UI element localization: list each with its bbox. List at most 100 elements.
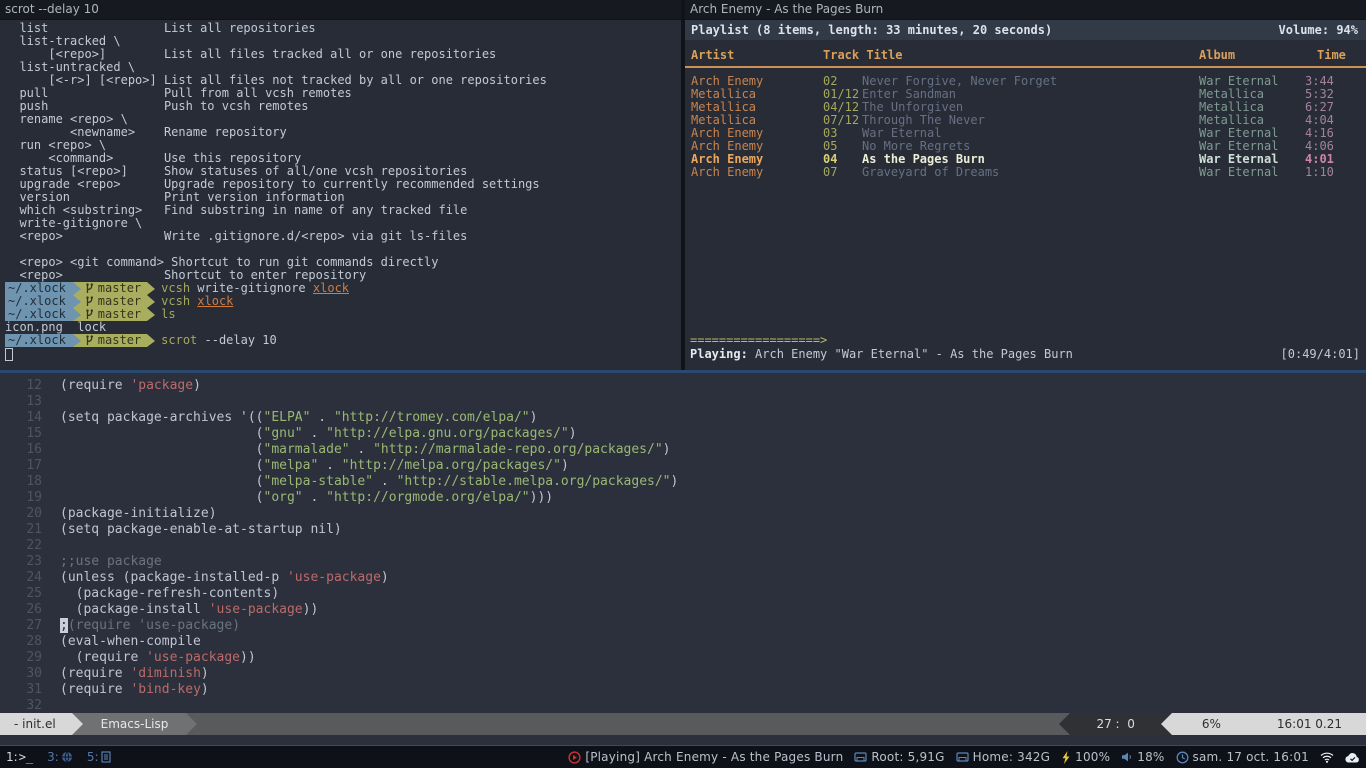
playback-time: [0:49/4:01] (1281, 348, 1360, 361)
modeline-clock: 16:01 0.21 (1277, 713, 1342, 735)
line-number: 22 (0, 538, 42, 554)
code-text: ;(require 'use-package) (60, 618, 240, 633)
battery-icon (1061, 751, 1071, 764)
playlist-summary: Playlist (8 items, length: 33 minutes, 2… (691, 24, 1052, 37)
workspace-button-1[interactable]: 1:>_ (6, 750, 33, 764)
line-number: 27 (0, 618, 42, 634)
modeline-separator (186, 713, 197, 735)
code-text: (package-install 'use-package)) (60, 602, 318, 617)
code-text: (unless (package-installed-p 'use-packag… (60, 570, 389, 585)
git-branch-icon (85, 283, 94, 294)
track-artist: Arch Enemy (691, 166, 763, 179)
line-number: 12 (0, 378, 42, 394)
line-number: 14 (0, 410, 42, 426)
terminal-prompt-line: ~/.xlockmasterls (5, 308, 681, 321)
terminal-command-text: ls (161, 308, 175, 321)
header-underline (685, 66, 1366, 68)
line-number: 19 (0, 490, 42, 506)
modeline-filename: - init.el (0, 713, 72, 735)
terminal-window-titlebar[interactable]: scrot --delay 10 (0, 0, 681, 19)
volume-indicator: Volume: 94% (1279, 24, 1358, 37)
statusbar-item (1345, 752, 1360, 763)
line-number: 20 (0, 506, 42, 522)
statusbar-item: [Playing] Arch Enemy - As the Pages Burn (568, 750, 843, 764)
clock-icon (1176, 751, 1189, 764)
line-number: 30 (0, 666, 42, 682)
modeline-buffer-percent: 6% (1202, 713, 1221, 735)
code-text: (setq package-archives '(("ELPA" . "http… (60, 410, 537, 425)
terminal-help-output: list List all repositories list-tracked … (5, 22, 681, 282)
code-text: (eval-when-compile (60, 634, 201, 649)
terminal-cursor-block (5, 348, 13, 361)
emacs-buffer-line: 18 ("melpa-stable" . "http://stable.melp… (0, 474, 1366, 490)
emacs-window[interactable]: 12(require 'package)1314(setq package-ar… (0, 373, 1366, 713)
playlist-column-header-time: Time (1317, 49, 1346, 62)
powerline-arrow-icon (73, 295, 81, 308)
disk-icon (956, 751, 969, 763)
player-window-title: Arch Enemy - As the Pages Burn (690, 2, 883, 16)
now-playing-status: Playing: Arch Enemy "War Eternal" - As t… (690, 348, 1360, 361)
line-number: 15 (0, 426, 42, 442)
powerline-arrow-icon (147, 308, 155, 321)
emacs-buffer-line: 28 (eval-when-compile (0, 634, 1366, 650)
terminal-icon: >_ (19, 750, 33, 764)
statusbar-item-text: sam. 17 oct. 16:01 (1193, 750, 1309, 764)
code-text: (setq package-enable-at-startup nil) (60, 522, 342, 537)
line-number: 25 (0, 586, 42, 602)
statusbar-item: Root: 5,91G (854, 750, 944, 764)
code-text: (require 'use-package)) (60, 650, 256, 665)
line-number: 24 (0, 570, 42, 586)
modeline-separator (1059, 713, 1070, 735)
powerline-arrow-icon (147, 295, 155, 308)
emacs-buffer-line: 27 ;(require 'use-package) (0, 618, 1366, 634)
track-title: Graveyard of Dreams (862, 166, 999, 179)
line-number: 32 (0, 698, 42, 713)
terminal-command-text: xlock (313, 282, 349, 295)
playlist-column-header-album: Album (1199, 49, 1235, 62)
code-text: ;;use package (60, 554, 162, 569)
workspace-number: 3: (47, 750, 59, 764)
workspace-number: 1: (6, 750, 18, 764)
git-branch-icon (85, 309, 94, 320)
modeline-major-mode: Emacs-Lisp (83, 713, 187, 735)
playlist-row[interactable]: Arch Enemy 07 Graveyard of Dreams War Etern… (685, 166, 1366, 179)
track-album: War Eternal (1199, 166, 1278, 179)
terminal-command-text: scrot (161, 334, 197, 347)
player-window-titlebar[interactable]: Arch Enemy - As the Pages Burn (685, 0, 1366, 19)
emacs-buffer-line: 19 ("org" . "http://orgmode.org/elpa/"))… (0, 490, 1366, 506)
emacs-cursor: ; (60, 618, 68, 633)
globe-icon (61, 751, 73, 763)
emacs-buffer-line: 32 (0, 698, 1366, 713)
code-text: (require 'diminish) (60, 666, 209, 681)
statusbar-item-text: Home: 342G (973, 750, 1051, 764)
line-number: 31 (0, 682, 42, 698)
cloud-icon (1345, 752, 1360, 763)
statusbar-item: 100% (1061, 750, 1110, 764)
playlist-column-header-artist: Artist (691, 49, 734, 62)
terminal-cursor (5, 347, 681, 360)
playlist-column-header-track-title: Track Title (823, 49, 902, 62)
track-track: 07 (823, 166, 837, 179)
playing-track-text: Arch Enemy "War Eternal" - As the Pages … (748, 347, 1073, 361)
emacs-buffer-line: 21(setq package-enable-at-startup nil) (0, 522, 1366, 538)
terminal-window[interactable]: list List all repositories list-tracked … (0, 20, 681, 370)
powerline-arrow-icon (147, 334, 155, 347)
code-text: ("melpa-stable" . "http://stable.melpa.o… (60, 474, 678, 489)
emacs-echo-area[interactable] (0, 735, 1366, 745)
modeline-right-segment: 6% 16:01 0.21 (1172, 713, 1366, 735)
playlist-column-headers: Artist Track Title Album Time (685, 49, 1366, 62)
playlist-header-bar: Playlist (8 items, length: 33 minutes, 2… (685, 20, 1366, 40)
statusbar-item-text: 100% (1075, 750, 1110, 764)
statusbar-item (1320, 752, 1334, 763)
modeline-separator (72, 713, 83, 735)
music-player-window[interactable]: Playlist (8 items, length: 33 minutes, 2… (685, 20, 1366, 370)
statusbar-item-text: [Playing] Arch Enemy - As the Pages Burn (585, 750, 843, 764)
workspace-button-5[interactable]: 5: (87, 750, 111, 764)
playing-label: Playing: (690, 347, 748, 361)
playback-progress-bar[interactable]: ==================> (690, 334, 827, 347)
emacs-modeline: - init.el Emacs-Lisp 27 : 0 6% 16:01 0.2… (0, 713, 1366, 735)
workspace-button-3[interactable]: 3: (47, 750, 73, 764)
line-number: 28 (0, 634, 42, 650)
terminal-window-title: scrot --delay 10 (5, 2, 99, 16)
terminal-command-text: xlock (197, 295, 233, 308)
